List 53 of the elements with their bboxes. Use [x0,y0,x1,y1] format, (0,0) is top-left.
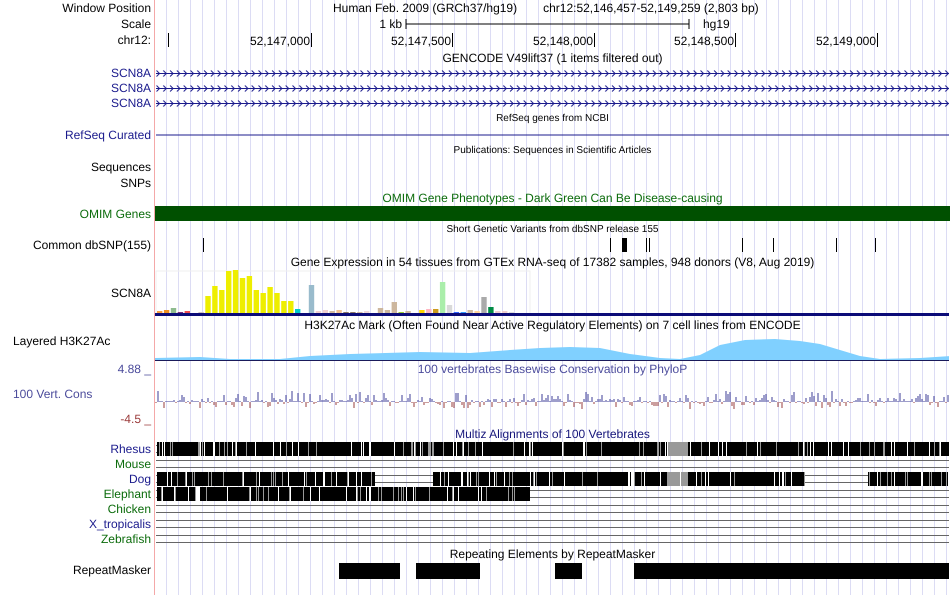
track-label[interactable]: Sequences [90,160,151,174]
track-title: Short Genetic Variants from dbSNP release 155 [446,224,658,235]
row-label: Scale [120,17,151,31]
axis-max-label: 4.88 _ [118,362,151,376]
ruler-tick [311,33,312,47]
track-label[interactable]: RepeatMasker [72,563,151,577]
alignment-drawing[interactable] [156,472,949,486]
alignment-drawing[interactable] [156,487,949,501]
track-title: Multiz Alignments of 100 Vertebrates [455,427,650,441]
ruler-tick [594,33,595,47]
track-label[interactable]: SCN8A [110,286,151,300]
track-label[interactable]: 100 Vert. Cons [13,387,92,401]
position-range: chr12:52,146,457-52,149,259 (2,803 bp) [543,0,759,16]
track-title: 100 vertebrates Basewise Conservation by PhyloP [418,362,688,376]
species-label[interactable]: Mouse [114,457,151,471]
scale-length: 1 kb [379,16,402,32]
ruler-label: 52,149,000 [816,33,876,49]
alignment-drawing[interactable] [156,442,949,456]
track-title: Gene Expression in 54 tissues from GTEx RNA-seq of 17382 samples, 948 donors (V8, Aug 2019) [290,255,814,269]
ruler-label: 52,148,000 [532,33,593,49]
track-title: GENCODE V49lift37 (1 items filtered out) [442,51,663,65]
ruler-label: 52,147,500 [390,33,451,49]
track-label[interactable]: SCN8A [110,66,151,80]
scale-assembly: hg19 [703,16,730,32]
track-label[interactable]: RefSeq Curated [64,128,151,142]
track-label[interactable]: Layered H3K27Ac [13,334,110,348]
ruler-tick [168,33,169,47]
track-title: Publications: Sequences in Scientific Articles [454,145,652,156]
track-label[interactable]: SNPs [120,176,151,190]
species-label[interactable]: Zebrafish [100,532,151,546]
track-label[interactable]: SCN8A [110,96,151,110]
ruler-label: 52,148,500 [674,33,734,49]
track-title: RefSeq genes from NCBI [496,113,609,124]
ruler-tick [877,33,878,47]
species-label[interactable]: Chicken [108,502,151,516]
track-title: Repeating Elements by RepeatMasker [450,547,656,561]
axis-min-label: -4.5 _ [120,412,151,426]
ruler-label: 52,147,000 [250,33,310,49]
track-title: OMIM Gene Phenotypes - Dark Green Can Be Disease-causing [382,191,723,205]
track-label[interactable]: OMIM Genes [80,207,151,221]
species-label[interactable]: X_tropicalis [88,517,151,531]
species-label[interactable]: Elephant [104,487,151,501]
row-label: Window Position [62,1,151,15]
species-label[interactable]: Dog [128,472,151,486]
conservation-wiggle-drawing[interactable] [156,390,948,410]
row-label: chr12: [118,33,151,47]
track-label[interactable]: Common dbSNP(155) [32,238,151,252]
species-label[interactable]: Rhesus [110,442,151,456]
ruler-tick [452,33,453,47]
track-title: H3K27Ac Mark (Often Found Near Active Regulatory Elements) on 7 cell lines from ENCODE [304,318,801,332]
ruler-tick [735,33,736,47]
assembly-name: Human Feb. 2009 (GRCh37/hg19) [333,0,518,16]
track-label[interactable]: SCN8A [110,81,151,95]
